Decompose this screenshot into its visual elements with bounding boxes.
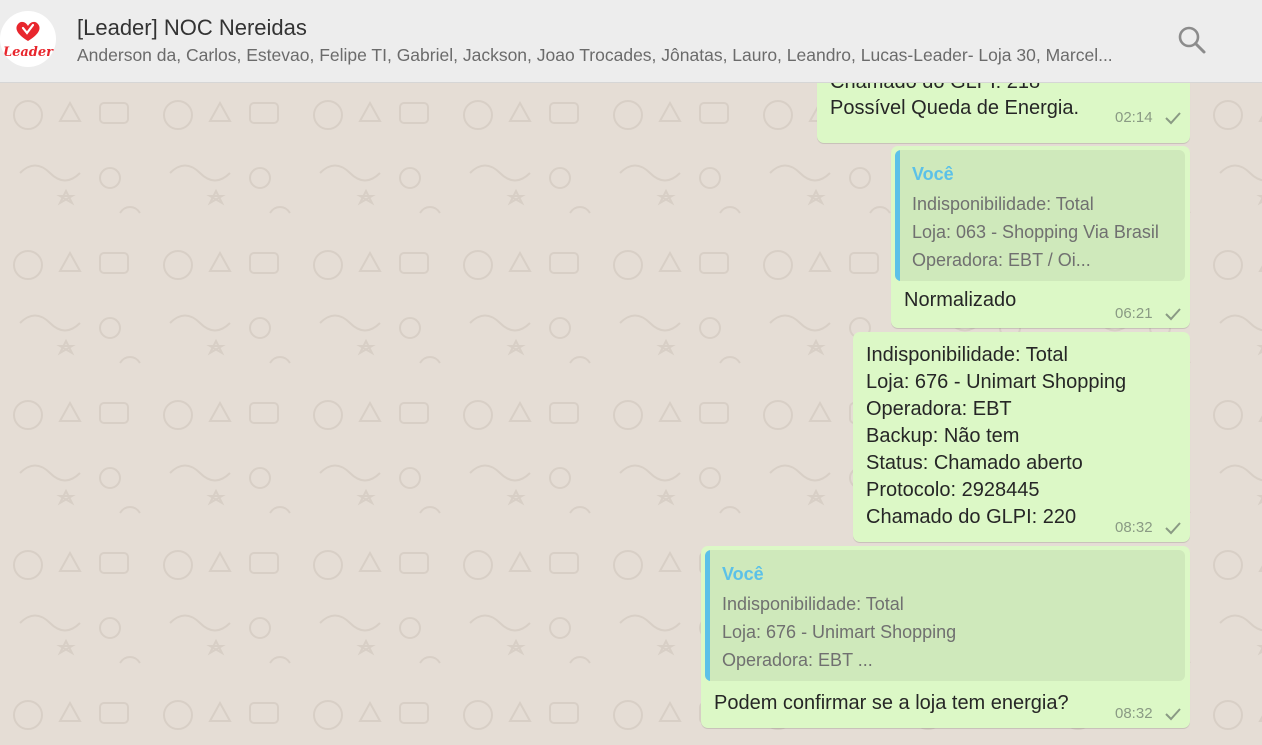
quote-text-line: Loja: 676 - Unimart Shopping [722,622,957,642]
message-text-line: Operadora: EBT [866,398,1012,420]
search-icon [1178,26,1206,54]
leader-logo-icon: Leader [2,21,54,60]
message-text-line: Podem confirmar se a loja tem energia? [714,692,1069,714]
avatar-logo-text: Leader [2,45,54,60]
message-bubble[interactable]: Você Indisponibilidade: Total Loja: 063 … [891,146,1190,328]
message-text-line: Normalizado [904,289,1017,311]
message-bubble[interactable]: Você Indisponibilidade: Total Loja: 676 … [701,546,1190,728]
message-text-line: Backup: Não tem [866,425,1020,447]
message-time: 02:14 [1115,109,1153,126]
quote-author: Você [912,164,954,184]
message-text-line: Protocolo: 2928445 [866,479,1040,501]
quote-text-line: Operadora: EBT / Oi... [912,250,1091,270]
message-text-line: Indisponibilidade: Total [866,344,1069,366]
message-time: 08:32 [1115,705,1153,722]
quoted-message[interactable]: Você Indisponibilidade: Total Loja: 676 … [705,550,1185,681]
message-text-line: Possível Queda de Energia. [830,97,1080,119]
chat-header: Leader [Leader] NOC Nereidas Anderson da… [0,0,1262,83]
search-button[interactable] [1176,24,1210,58]
participants-list[interactable]: Anderson da, Carlos, Estevao, Felipe TI,… [77,45,1142,66]
message-text-line: Chamado do GLPI: 220 [866,506,1077,528]
quote-text-line: Indisponibilidade: Total [722,594,904,614]
single-check-icon [1165,112,1181,125]
quote-accent-bar [705,550,710,681]
message-time: 06:21 [1115,305,1153,322]
quote-author: Você [722,564,764,584]
quote-accent-bar [895,150,900,281]
single-check-icon [1165,522,1181,535]
quoted-message[interactable]: Você Indisponibilidade: Total Loja: 063 … [895,150,1185,281]
single-check-icon [1165,308,1181,321]
single-check-icon [1165,708,1181,721]
conversation-panel[interactable]: Chamado do GLPI: 218 Possível Queda de E… [0,83,1262,745]
quote-text-line: Operadora: EBT ... [722,650,873,670]
message-text-line: Status: Chamado aberto [866,452,1083,474]
message-text-line: Loja: 676 - Unimart Shopping [866,371,1127,393]
message-bubble[interactable]: Chamado do GLPI: 218 Possível Queda de E… [817,83,1190,143]
message-bubble[interactable]: Indisponibilidade: Total Loja: 676 - Uni… [853,332,1190,542]
quote-text-line: Loja: 063 - Shopping Via Brasil [912,222,1159,242]
chat-title[interactable]: [Leader] NOC Nereidas [77,15,307,41]
group-avatar[interactable]: Leader [0,11,56,67]
message-time: 08:32 [1115,519,1153,536]
quote-text-line: Indisponibilidade: Total [912,194,1094,214]
